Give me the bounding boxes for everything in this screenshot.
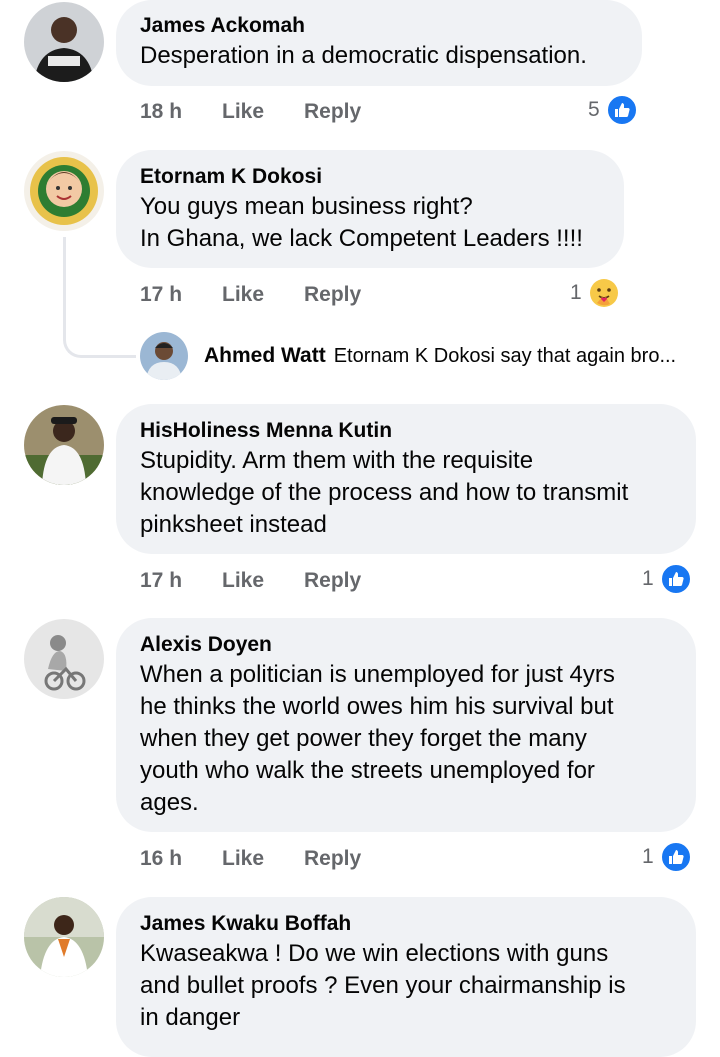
comment-text-line: You guys mean business right? [140,193,473,220]
reply-button[interactable]: Reply [304,280,361,310]
comment-text-line: he thinks the world owes him his surviva… [140,693,614,720]
care-emoji-icon [588,277,620,309]
avatar[interactable] [24,619,104,699]
reaction-summary[interactable]: 1 [642,839,692,875]
like-icon [605,94,638,126]
comment-text-line: knowledge of the process and how to tran… [140,479,629,506]
reaction-count: 5 [588,98,600,121]
comment-text-line: Stupidity. Arm them with the requisite [140,447,534,474]
comment-text-line: Kwaseakwa ! Do we win elections with gun… [140,940,609,967]
comment-text-line: When a politician is unemployed for just… [140,661,615,688]
comment-bubble: Alexis Doyen When a politician is unempl… [116,618,696,832]
comment-text: When a politician is unemployed for just… [140,659,670,819]
comment-actions: 17 h Like Reply [140,566,440,596]
reply-button[interactable]: Reply [304,566,361,596]
reply-button[interactable]: Reply [304,97,361,127]
reaction-summary[interactable]: 1 [570,275,620,311]
like-icon [659,563,692,595]
avatar[interactable] [140,332,188,380]
comment-text-line: in danger [140,1004,241,1031]
comment-time: 18 h [140,100,183,123]
comment-text-line: Desperation in a democratic dispensation… [140,42,587,69]
like-button[interactable]: Like [222,280,264,310]
reply-preview[interactable]: Ahmed Watt Etornam K Dokosi say that aga… [204,340,676,372]
reaction-summary[interactable]: 1 [642,561,692,597]
comment-time: 16 h [140,847,183,870]
like-button[interactable]: Like [222,97,264,127]
reply-thread-line [63,237,136,358]
avatar[interactable] [24,2,104,82]
reply-snippet: Etornam K Dokosi say that again bro... [333,344,677,367]
comment-bubble: Etornam K Dokosi You guys mean business … [116,150,624,268]
comment-author[interactable]: Alexis Doyen [140,631,670,659]
comment-text: You guys mean business right? In Ghana, … [140,191,598,255]
comment-author[interactable]: James Kwaku Boffah [140,910,670,938]
comment-bubble: HisHoliness Menna Kutin Stupidity. Arm t… [116,404,696,554]
comment-text: Stupidity. Arm them with the requisite k… [140,445,670,541]
comment-actions: 17 h Like Reply [140,280,440,310]
comment-actions: 18 h Like Reply [140,97,440,127]
comment-author[interactable]: Etornam K Dokosi [140,163,598,191]
comment-text: Kwaseakwa ! Do we win elections with gun… [140,938,670,1034]
comment-text-line: pinksheet instead [140,511,327,538]
comment-time: 17 h [140,283,183,306]
comment-actions: 16 h Like Reply [140,844,440,874]
reaction-count: 1 [642,845,654,868]
comment-text-line: when they get power they forget the many [140,725,587,752]
comment-text-line: and bullet proofs ? Even your chairmansh… [140,972,626,999]
like-button[interactable]: Like [222,844,264,874]
reply-author[interactable]: Ahmed Watt [204,344,326,368]
avatar[interactable] [24,897,104,977]
like-button[interactable]: Like [222,566,264,596]
reaction-count: 1 [570,281,582,304]
comment-bubble: James Ackomah Desperation in a democrati… [116,0,642,86]
comment-text-line: youth who walk the streets unemployed fo… [140,757,595,784]
comment-bubble: James Kwaku Boffah Kwaseakwa ! Do we win… [116,897,696,1057]
comment-text-line: ages. [140,789,199,816]
comment-text-line: In Ghana, we lack Competent Leaders !!!! [140,225,583,252]
avatar[interactable] [24,151,104,231]
comment-time: 17 h [140,569,183,592]
like-icon [659,841,692,873]
reply-button[interactable]: Reply [304,844,361,874]
avatar[interactable] [24,405,104,485]
reaction-summary[interactable]: 5 [588,92,638,128]
comment-author[interactable]: HisHoliness Menna Kutin [140,417,670,445]
comment-author[interactable]: James Ackomah [140,12,616,40]
reaction-count: 1 [642,567,654,590]
comment-text: Desperation in a democratic dispensation… [140,40,616,72]
